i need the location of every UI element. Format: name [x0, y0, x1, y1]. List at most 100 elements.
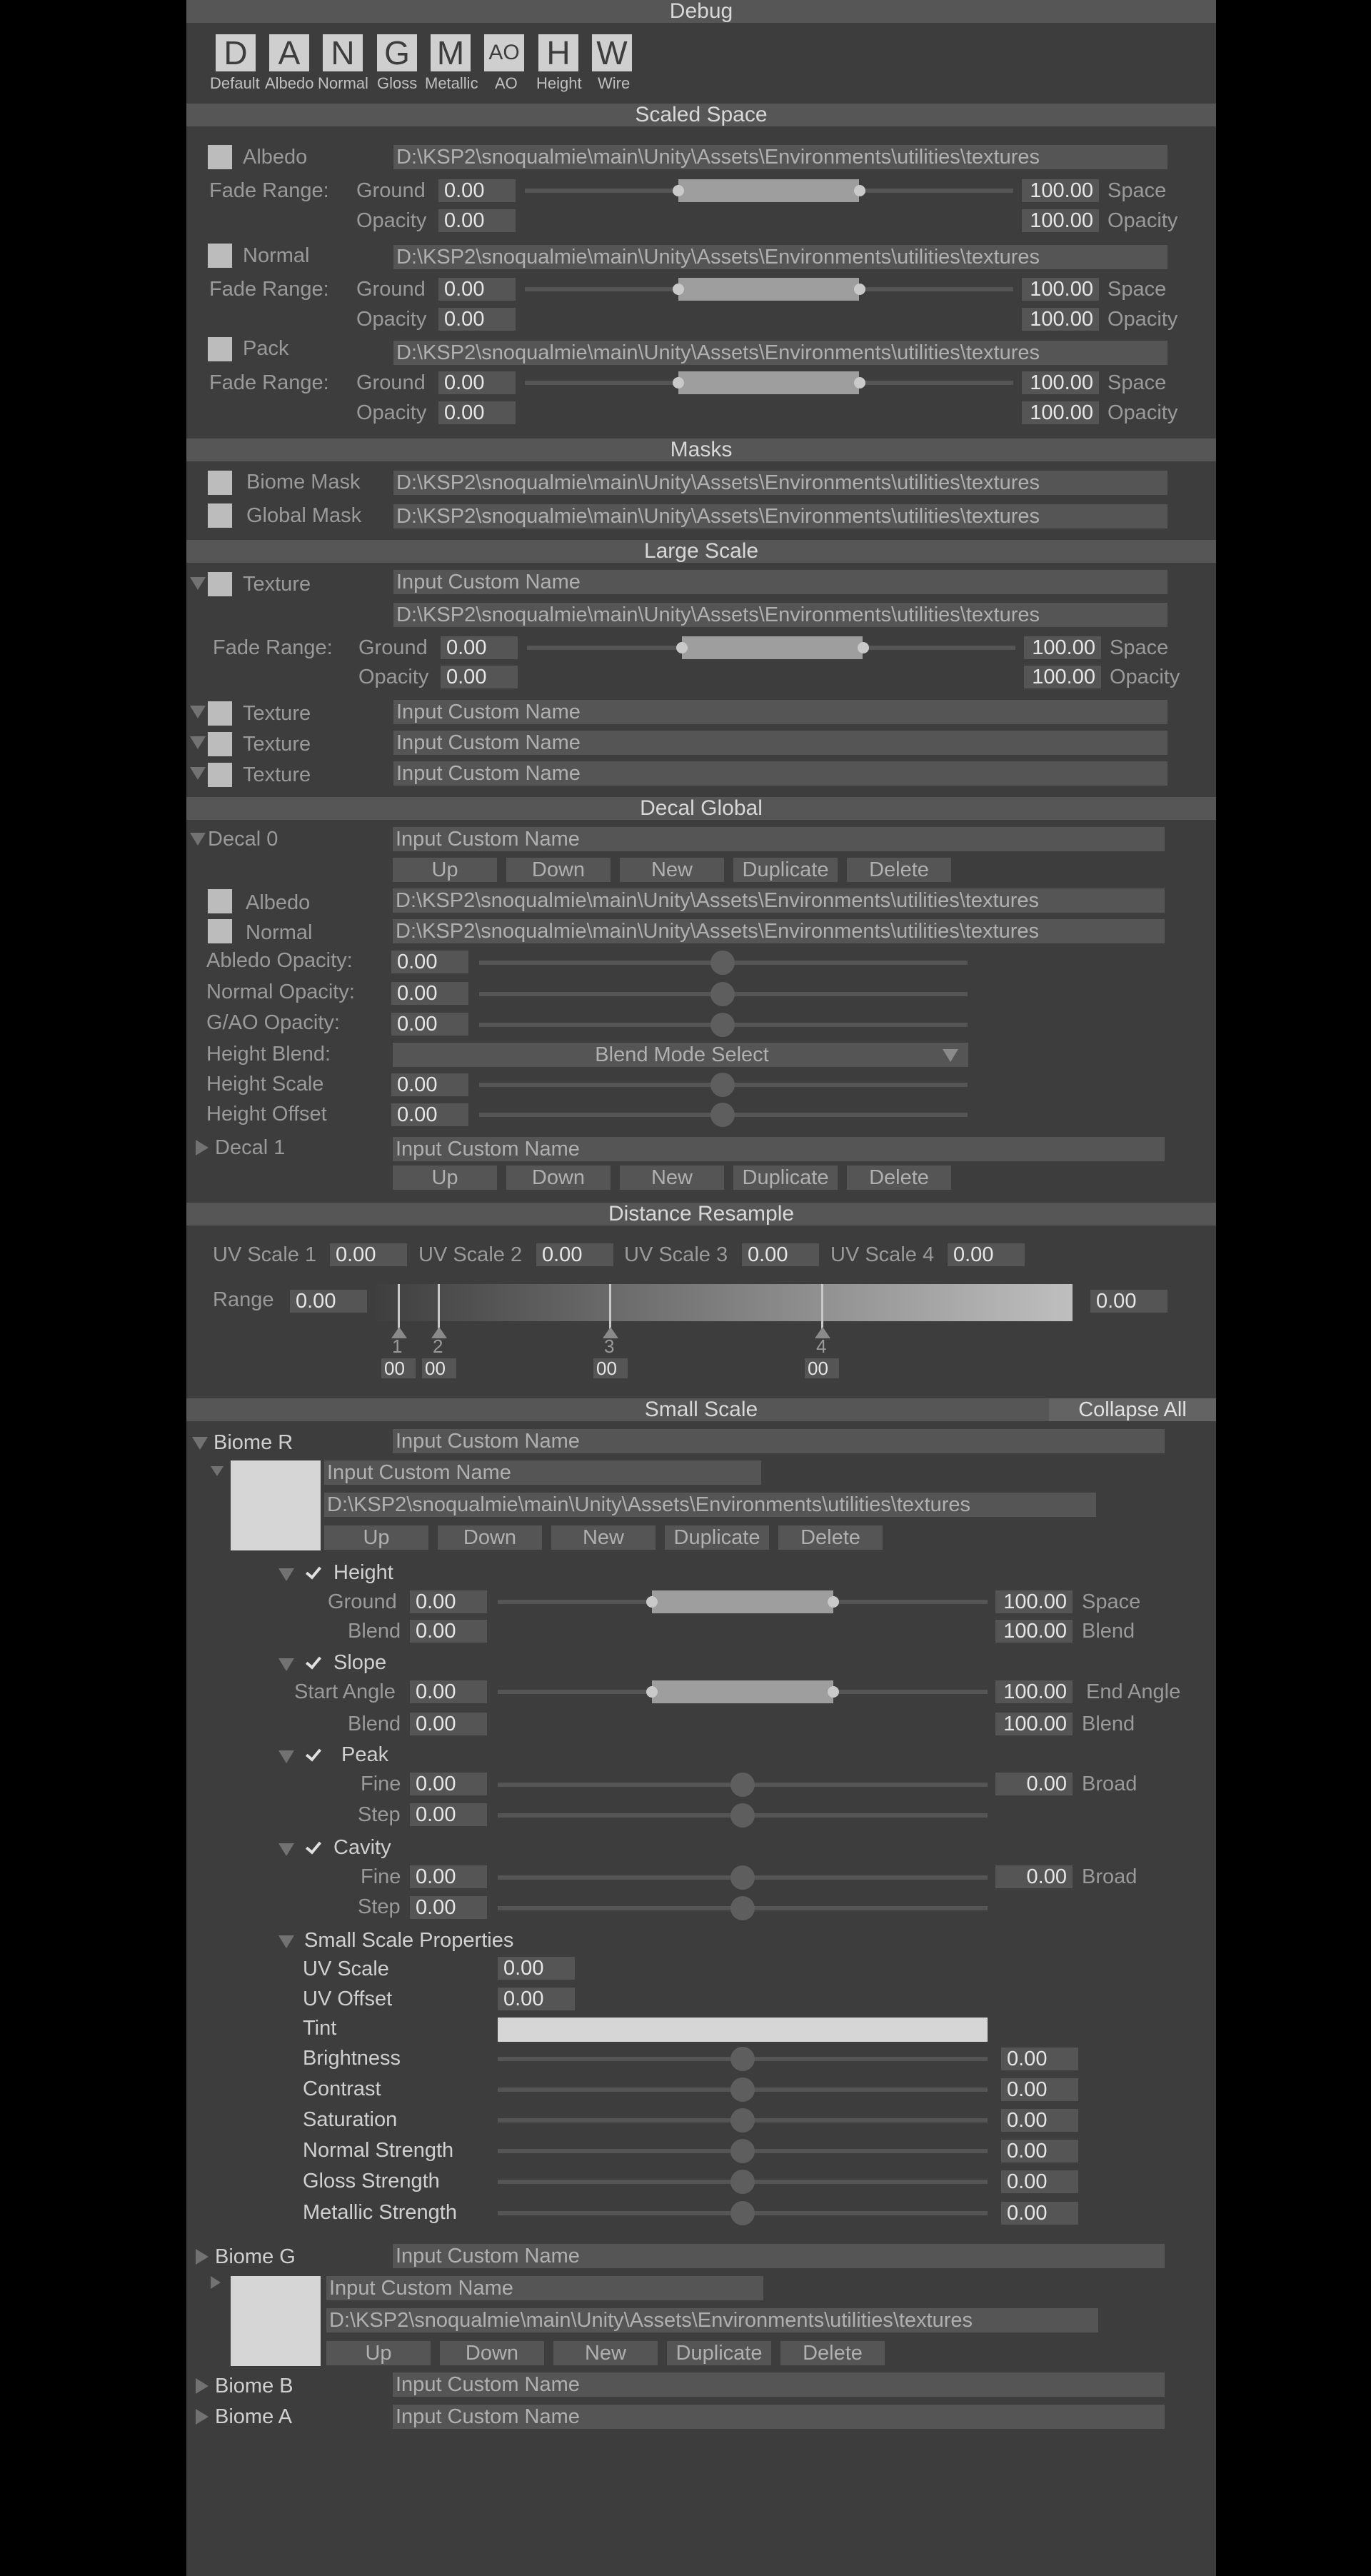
fade-range-min-handle[interactable] [676, 642, 688, 653]
texture-checkbox[interactable] [208, 732, 232, 756]
height-range-max-handle[interactable] [828, 1596, 839, 1608]
gao-opacity-knob[interactable] [710, 1013, 735, 1037]
opacity-max-field[interactable]: 100.00 [1022, 308, 1099, 331]
metallic-strength-field[interactable]: 0.00 [1001, 2202, 1078, 2225]
biome-a-name-field[interactable]: Input Custom Name [393, 2405, 1165, 2429]
range-gradient-bar[interactable] [376, 1284, 1073, 1321]
collapse-all-button[interactable]: Collapse All [1049, 1398, 1216, 1421]
normal-path-field[interactable]: D:\KSP2\snoqualmie\main\Unity\Assets\Env… [393, 245, 1167, 269]
expand-arrow-icon[interactable] [190, 833, 206, 846]
space-value-field[interactable]: 100.00 [1024, 636, 1101, 659]
expand-arrow-icon[interactable] [190, 577, 206, 590]
normal-strength-knob[interactable] [730, 2139, 755, 2163]
blend-max-field[interactable]: 100.00 [995, 1620, 1073, 1643]
collapse-arrow-icon[interactable] [196, 2378, 209, 2394]
texture-checkbox[interactable] [208, 701, 232, 726]
layer-delete-button[interactable]: Delete [780, 2341, 885, 2365]
texture-name-field[interactable]: Input Custom Name [393, 700, 1167, 724]
layer-path-field[interactable]: D:\KSP2\snoqualmie\main\Unity\Assets\Env… [326, 2308, 1098, 2332]
layer-duplicate-button[interactable]: Duplicate [667, 2341, 771, 2365]
blend-min-field[interactable]: 0.00 [410, 1620, 487, 1643]
space-value-field[interactable]: 100.00 [1022, 179, 1099, 202]
albedo-path-field[interactable]: D:\KSP2\snoqualmie\main\Unity\Assets\Env… [393, 145, 1167, 169]
fade-range-max-handle[interactable] [854, 185, 865, 196]
expand-arrow-icon[interactable] [278, 1750, 294, 1763]
opacity-min-field[interactable]: 0.00 [438, 209, 516, 232]
global-mask-checkbox[interactable] [208, 503, 232, 528]
expand-arrow-icon[interactable] [192, 1437, 208, 1450]
height-checkmark-icon[interactable] [304, 1564, 320, 1580]
cavity-step-field[interactable]: 0.00 [410, 1896, 487, 1919]
decal-albedo-path-field[interactable]: D:\KSP2\snoqualmie\main\Unity\Assets\Env… [393, 888, 1165, 913]
height-range-slider-range[interactable] [652, 1590, 833, 1613]
albedo-checkbox[interactable] [208, 145, 232, 169]
slope-range-max-handle[interactable] [828, 1686, 839, 1698]
peak-fine-knob[interactable] [730, 1773, 755, 1797]
global-mask-path-field[interactable]: D:\KSP2\snoqualmie\main\Unity\Assets\Env… [393, 504, 1167, 528]
start-angle-field[interactable]: 0.00 [410, 1680, 487, 1703]
decal-down-button[interactable]: Down [506, 858, 611, 882]
texture-checkbox[interactable] [208, 763, 232, 787]
texture-name-field[interactable]: Input Custom Name [393, 570, 1167, 594]
texture-name-field[interactable]: Input Custom Name [393, 731, 1167, 755]
blend-max-field[interactable]: 100.00 [995, 1713, 1073, 1735]
pack-path-field[interactable]: D:\KSP2\snoqualmie\main\Unity\Assets\Env… [393, 341, 1167, 365]
end-angle-field[interactable]: 100.00 [995, 1680, 1073, 1703]
range-marker-4-value[interactable]: 00 [805, 1358, 839, 1378]
decal-up-button[interactable]: Up [393, 858, 497, 882]
gloss-strength-knob[interactable] [730, 2170, 755, 2194]
peak-step-knob[interactable] [730, 1803, 755, 1828]
peak-broad-field[interactable]: 0.00 [995, 1773, 1073, 1795]
debug-gloss-button[interactable]: G [377, 34, 417, 71]
opacity-min-field[interactable]: 0.00 [438, 401, 516, 424]
decal-new-button[interactable]: New [620, 858, 724, 882]
layer-new-button[interactable]: New [551, 1525, 656, 1550]
debug-normal-button[interactable]: N [323, 34, 363, 71]
biome-g-name-field[interactable]: Input Custom Name [393, 2244, 1165, 2268]
collapse-arrow-icon[interactable] [196, 2249, 209, 2265]
uv-scale-3-field[interactable]: 0.00 [742, 1243, 819, 1266]
fade-range-max-handle[interactable] [858, 642, 869, 653]
layer-new-button[interactable]: New [553, 2341, 658, 2365]
saturation-field[interactable]: 0.00 [1001, 2109, 1078, 2132]
biome-b-name-field[interactable]: Input Custom Name [393, 2372, 1165, 2397]
uv-scale-1-field[interactable]: 0.00 [330, 1243, 407, 1266]
decal-delete-button[interactable]: Delete [847, 858, 951, 882]
height-scale-field[interactable]: 0.00 [391, 1073, 468, 1096]
layer-up-button[interactable]: Up [324, 1525, 428, 1550]
gloss-strength-field[interactable]: 0.00 [1001, 2170, 1078, 2193]
peak-checkmark-icon[interactable] [304, 1746, 320, 1762]
fade-range-max-handle[interactable] [854, 377, 865, 389]
fade-range-min-handle[interactable] [673, 377, 684, 389]
layer-name-field[interactable]: Input Custom Name [326, 2276, 763, 2300]
debug-metallic-button[interactable]: M [431, 34, 471, 71]
fade-range-min-handle[interactable] [673, 185, 684, 196]
range-marker-1-value[interactable]: 00 [381, 1358, 416, 1378]
collapse-arrow-icon[interactable] [196, 1140, 209, 1156]
expand-arrow-icon[interactable] [278, 1843, 294, 1856]
expand-arrow-icon[interactable] [211, 1466, 224, 1476]
uv-scale-field[interactable]: 0.00 [498, 1957, 575, 1980]
peak-step-field[interactable]: 0.00 [410, 1803, 487, 1826]
peak-fine-field[interactable]: 0.00 [410, 1773, 487, 1795]
decal-new-button[interactable]: New [620, 1166, 724, 1190]
height-range-min-handle[interactable] [646, 1596, 658, 1608]
decal-delete-button[interactable]: Delete [847, 1166, 951, 1190]
dropdown-arrow-icon[interactable] [943, 1049, 958, 1062]
decal-normal-path-field[interactable]: D:\KSP2\snoqualmie\main\Unity\Assets\Env… [393, 919, 1165, 943]
contrast-field[interactable]: 0.00 [1001, 2078, 1078, 2101]
ground-value-field[interactable]: 0.00 [438, 278, 516, 301]
opacity-max-field[interactable]: 100.00 [1022, 401, 1099, 424]
debug-default-button[interactable]: D [216, 34, 256, 71]
cavity-broad-field[interactable]: 0.00 [995, 1865, 1073, 1888]
range-marker-2-value[interactable]: 00 [422, 1358, 456, 1378]
ground-value-field[interactable]: 0.00 [438, 371, 516, 394]
decal-duplicate-button[interactable]: Duplicate [733, 1166, 838, 1190]
opacity-max-field[interactable]: 100.00 [1024, 666, 1101, 688]
texture-path-field[interactable]: D:\KSP2\snoqualmie\main\Unity\Assets\Env… [393, 603, 1167, 627]
decal-normal-checkbox[interactable] [208, 919, 232, 943]
biome-mask-checkbox[interactable] [208, 471, 232, 495]
space-value-field[interactable]: 100.00 [995, 1590, 1073, 1613]
albedo-opacity-field[interactable]: 0.00 [391, 951, 468, 973]
contrast-knob[interactable] [730, 2078, 755, 2102]
